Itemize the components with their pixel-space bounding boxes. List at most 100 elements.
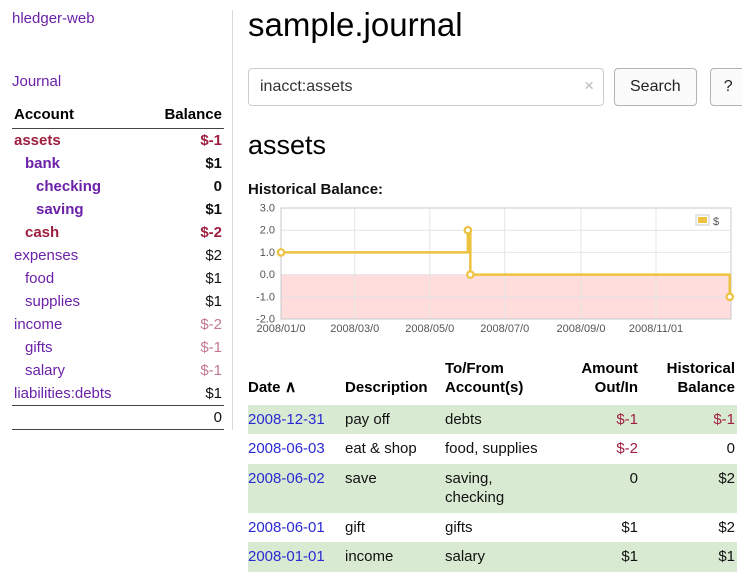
account-heading: assets	[248, 130, 742, 161]
account-name-cell: food	[12, 267, 144, 290]
accounts-table: Account Balance assets $-1 bank $1 checking 0…	[12, 103, 224, 430]
account-name-cell: gifts	[12, 336, 144, 359]
accounts-total-row: 0	[12, 406, 224, 430]
account-row: saving$1	[12, 198, 224, 221]
account-link[interactable]: saving	[14, 201, 84, 218]
account-name-cell: checking	[12, 175, 144, 198]
transaction-date-cell: 2008-06-03	[248, 434, 345, 464]
accounts-body: assets$-1bank$1checking0saving$1cash$-2e…	[12, 129, 224, 406]
clear-search-icon[interactable]: ×	[584, 76, 594, 96]
transaction-accounts: salary	[445, 542, 580, 572]
account-link[interactable]: checking	[14, 178, 101, 195]
account-name-cell: supplies	[12, 290, 144, 313]
col-header-amount-line2: Out/In	[595, 379, 638, 396]
account-link[interactable]: expenses	[14, 247, 78, 264]
transaction-date-link[interactable]: 2008-06-03	[248, 440, 325, 457]
col-header-date-label: Date	[248, 379, 281, 396]
col-header-date[interactable]: Date ∧	[248, 356, 345, 405]
account-link[interactable]: supplies	[14, 293, 80, 310]
accounts-total-value: 0	[144, 406, 224, 430]
help-button[interactable]: ?	[710, 68, 742, 106]
svg-text:-1.0: -1.0	[256, 291, 275, 303]
account-balance: $-2	[144, 313, 224, 336]
transaction-date-link[interactable]: 2008-06-01	[248, 519, 325, 536]
account-row: supplies $1	[12, 290, 224, 313]
transaction-date-link[interactable]: 2008-01-01	[248, 548, 325, 565]
search-bar: × Search ?	[248, 68, 742, 106]
register-row: 2008-12-31pay offdebts$-1$-1	[248, 405, 737, 435]
transaction-amount: 0	[580, 464, 640, 513]
account-name-cell: salary	[12, 359, 144, 382]
account-link[interactable]: salary	[14, 362, 65, 379]
account-balance: $1	[144, 382, 224, 406]
account-link[interactable]: income	[14, 316, 62, 333]
svg-text:2008/01/0: 2008/01/0	[257, 323, 306, 335]
transaction-balance: $2	[640, 464, 737, 513]
svg-text:2008/05/0: 2008/05/0	[405, 323, 454, 335]
account-link[interactable]: bank	[14, 155, 60, 172]
page-title: sample.journal	[248, 6, 742, 44]
app-title-link[interactable]: hledger-web	[12, 10, 224, 27]
register-row: 2008-06-01giftgifts$1$2	[248, 513, 737, 543]
col-header-accounts: To/From Account(s)	[445, 356, 580, 405]
accounts-header-account: Account	[12, 103, 144, 129]
account-row: cash$-2	[12, 221, 224, 244]
account-name-cell: cash	[12, 221, 144, 244]
transaction-balance: $2	[640, 513, 737, 543]
register-row: 2008-01-01incomesalary$1$1	[248, 542, 737, 572]
transaction-balance: $1	[640, 542, 737, 572]
balance-chart: 3.02.01.00.0-1.0-2.02008/01/02008/03/020…	[248, 203, 737, 339]
account-balance: $1	[144, 152, 224, 175]
transaction-date-link[interactable]: 2008-06-02	[248, 470, 325, 487]
svg-text:2008/11/01: 2008/11/01	[629, 323, 683, 335]
account-balance: $-1	[144, 129, 224, 153]
svg-text:2008/03/0: 2008/03/0	[330, 323, 379, 335]
transaction-date-cell: 2008-01-01	[248, 542, 345, 572]
svg-text:2008/07/0: 2008/07/0	[480, 323, 529, 335]
col-header-description: Description	[345, 356, 445, 405]
chart-wrap: 3.02.01.00.0-1.0-2.02008/01/02008/03/020…	[248, 203, 742, 344]
account-name-cell: expenses	[12, 244, 144, 267]
account-name-cell: assets	[12, 129, 144, 153]
register-body: 2008-12-31pay offdebts$-1$-12008-06-03ea…	[248, 405, 737, 572]
svg-text:1.0: 1.0	[260, 247, 275, 259]
account-row: checking 0	[12, 175, 224, 198]
svg-text:0.0: 0.0	[260, 269, 275, 281]
transaction-description: eat & shop	[345, 434, 445, 464]
col-header-balance-line2: Balance	[677, 379, 735, 396]
search-box: ×	[248, 68, 604, 106]
account-name-cell: liabilities:debts	[12, 382, 144, 406]
account-name-cell: saving	[12, 198, 144, 221]
transaction-date-cell: 2008-06-02	[248, 464, 345, 513]
journal-link[interactable]: Journal	[12, 73, 224, 90]
account-link[interactable]: cash	[14, 224, 59, 241]
account-link[interactable]: food	[14, 270, 54, 287]
transaction-description: gift	[345, 513, 445, 543]
col-header-amount: Amount Out/In	[580, 356, 640, 405]
account-balance: $-1	[144, 336, 224, 359]
account-balance: $1	[144, 290, 224, 313]
col-header-accounts-line2: Account(s)	[445, 379, 523, 396]
transaction-amount: $-1	[580, 405, 640, 435]
account-row: salary$-1	[12, 359, 224, 382]
sidebar-inner: hledger-web Journal Account Balance asse…	[12, 10, 233, 430]
account-link[interactable]: gifts	[14, 339, 53, 356]
col-header-amount-line1: Amount	[581, 360, 638, 377]
main-content: sample.journal × Search ? assets Histori…	[233, 0, 742, 582]
search-button[interactable]: Search	[614, 68, 697, 106]
transaction-date-cell: 2008-12-31	[248, 405, 345, 435]
account-row: expenses$2	[12, 244, 224, 267]
account-balance: 0	[144, 175, 224, 198]
account-link[interactable]: assets	[14, 132, 61, 149]
col-header-accounts-line1: To/From	[445, 360, 504, 377]
transaction-accounts: debts	[445, 405, 580, 435]
transaction-description: pay off	[345, 405, 445, 435]
transaction-accounts: food, supplies	[445, 434, 580, 464]
sidebar: hledger-web Journal Account Balance asse…	[0, 0, 233, 582]
accounts-header-balance: Balance	[144, 103, 224, 129]
register-row: 2008-06-03eat & shopfood, supplies$-20	[248, 434, 737, 464]
search-input[interactable]	[248, 68, 604, 106]
transaction-date-link[interactable]: 2008-12-31	[248, 411, 325, 428]
transaction-date-cell: 2008-06-01	[248, 513, 345, 543]
account-link[interactable]: liabilities:debts	[14, 385, 112, 402]
